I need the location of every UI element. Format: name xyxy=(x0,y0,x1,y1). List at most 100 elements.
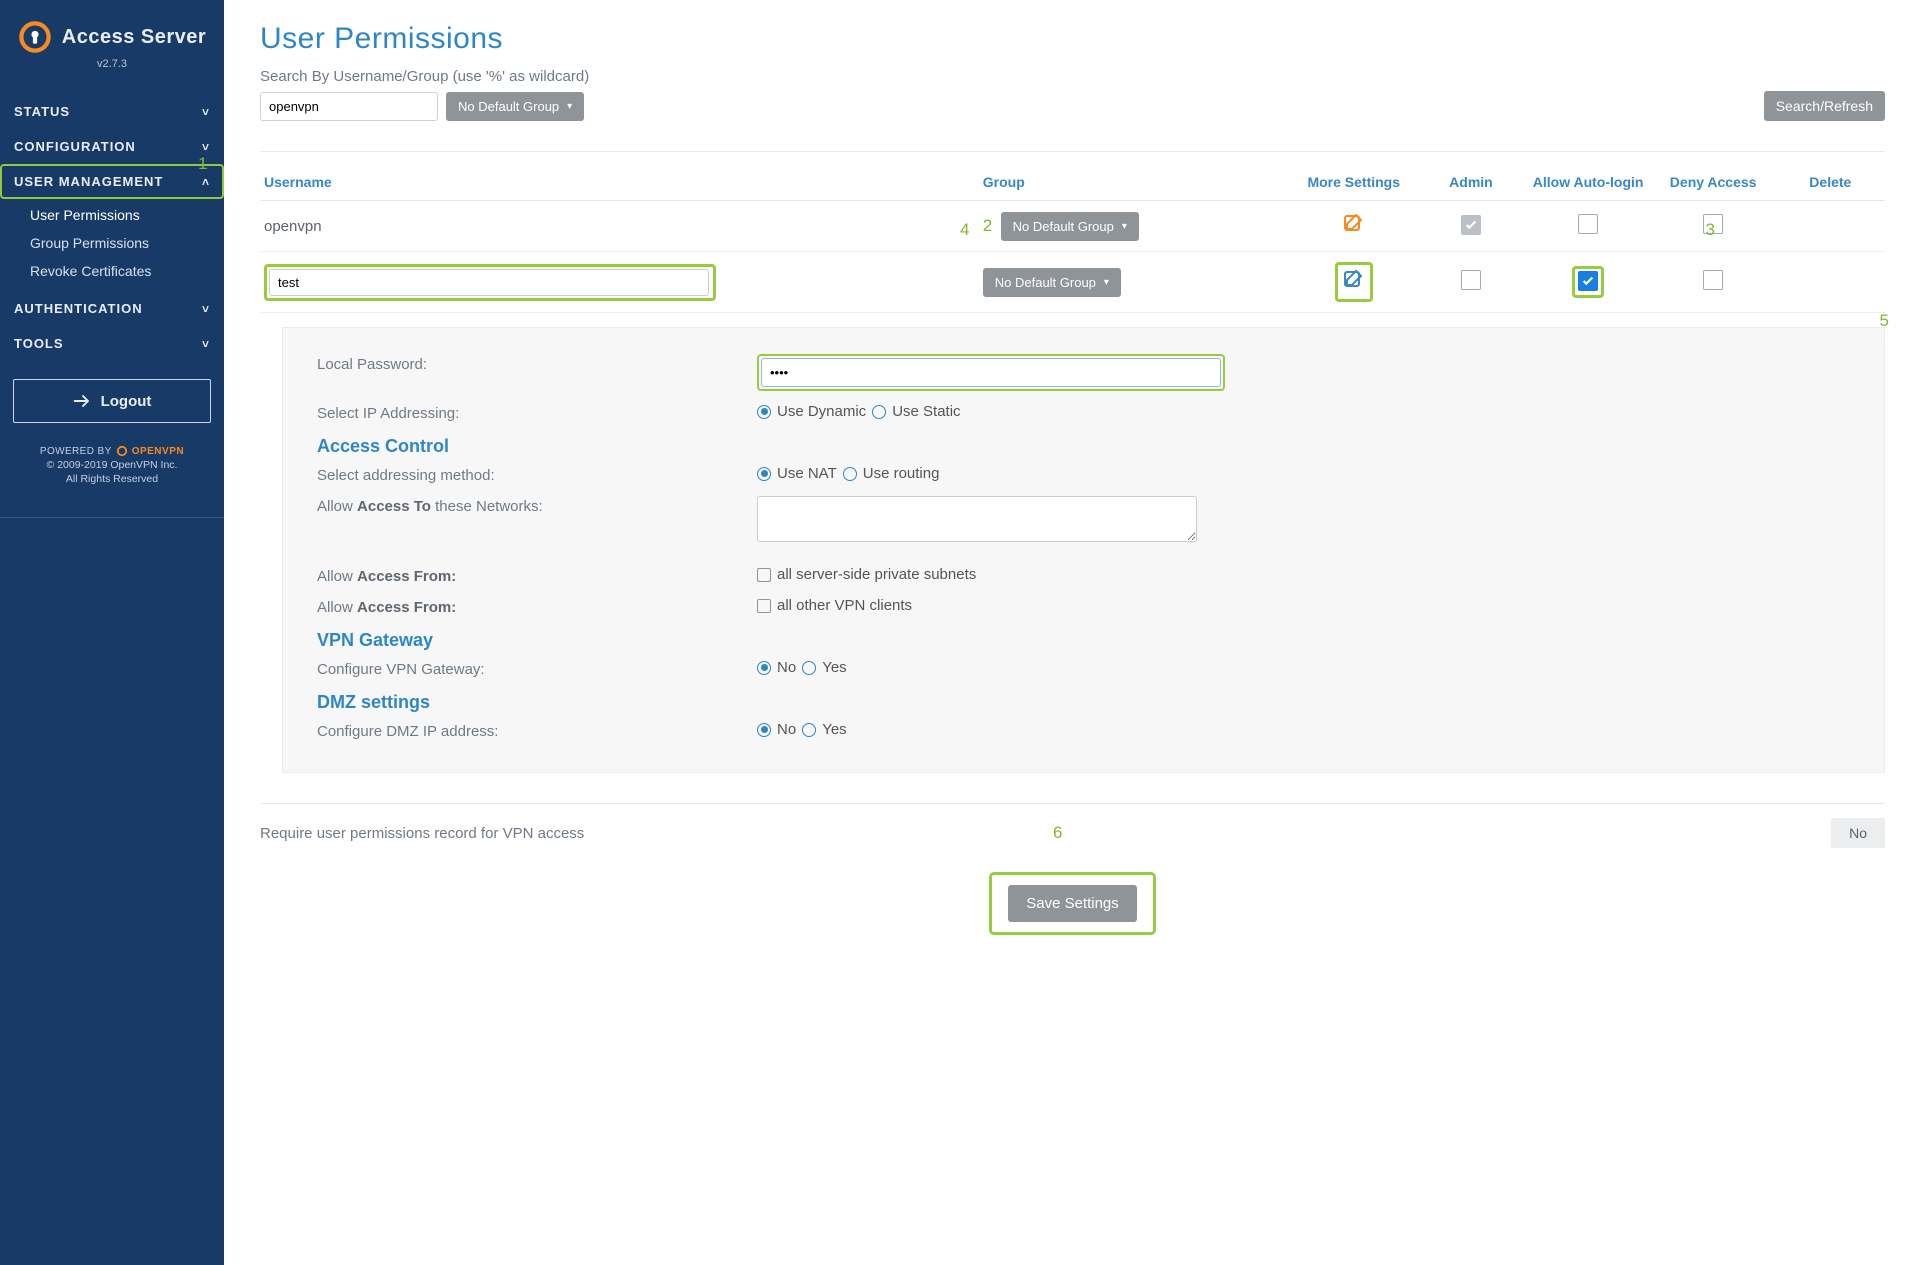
powered-by-brand: OPENVPN xyxy=(132,446,184,457)
row-group-dropdown[interactable]: No Default Group ▾ xyxy=(983,268,1121,297)
require-record-toggle[interactable]: No xyxy=(1831,818,1885,848)
table-row: openvpn 2 No Default Group ▾ xyxy=(260,201,1885,252)
sidebar-nav: Status ˅ Configuration ˅ User Management… xyxy=(0,94,224,361)
search-refresh-button[interactable]: Search/Refresh xyxy=(1764,91,1885,121)
col-more-settings: More Settings xyxy=(1291,166,1416,201)
sidebar-item-user-management[interactable]: User Management ˄ xyxy=(0,164,224,199)
username-cell: openvpn xyxy=(260,201,979,252)
col-delete: Delete xyxy=(1776,166,1885,201)
user-permissions-table: Username Group More Settings Admin Allow… xyxy=(260,166,1885,313)
annotation-1: 1 xyxy=(198,154,207,174)
access-control-heading: Access Control xyxy=(317,428,1864,459)
user-details-panel: Local Password: Select IP Addressing: Us… xyxy=(282,327,1885,773)
radio-label: Yes xyxy=(822,721,846,738)
chevron-down-icon: ▾ xyxy=(1122,221,1127,232)
new-username-input[interactable] xyxy=(269,269,709,296)
autologin-checkbox[interactable] xyxy=(1578,214,1598,234)
require-record-label: Require user permissions record for VPN … xyxy=(260,825,584,842)
col-group: Group xyxy=(979,166,1292,201)
group-filter-dropdown[interactable]: No Default Group ▾ xyxy=(446,92,584,121)
powered-by-label: POWERED BY xyxy=(40,446,112,457)
allow-access-to-label: Allow Access To these Networks: xyxy=(317,496,757,515)
row-group-dropdown[interactable]: No Default Group ▾ xyxy=(1001,212,1139,241)
brand-name: Access Server xyxy=(62,26,206,49)
search-username-input[interactable] xyxy=(260,92,438,121)
admin-checkbox[interactable] xyxy=(1461,270,1481,290)
openvpn-logo-icon xyxy=(18,20,52,54)
checkbox-vpn-clients[interactable] xyxy=(757,599,771,613)
sidebar-item-tools[interactable]: Tools ˅ xyxy=(0,326,224,361)
checkbox-label: all other VPN clients xyxy=(777,597,912,614)
radio-label: Yes xyxy=(822,659,846,676)
copyright-text: © 2009-2019 OpenVPN Inc. xyxy=(8,459,216,471)
sidebar-item-label: Authentication xyxy=(14,301,143,316)
sidebar-item-configuration[interactable]: Configuration ˅ xyxy=(0,129,224,164)
require-record-row: Require user permissions record for VPN … xyxy=(260,818,1885,848)
chevron-down-icon: ˅ xyxy=(202,337,210,351)
chevron-down-icon: ˅ xyxy=(202,105,210,119)
subnav-revoke-certificates[interactable]: Revoke Certificates xyxy=(26,257,224,285)
vpn-gateway-label: Configure VPN Gateway: xyxy=(317,659,757,678)
search-row: No Default Group ▾ Search/Refresh xyxy=(260,91,1885,121)
group-filter-label: No Default Group xyxy=(458,99,559,114)
local-password-input[interactable] xyxy=(761,358,1221,387)
sidebar: Access Server v2.7.3 Status ˅ Configurat… xyxy=(0,0,224,1265)
rights-text: All Rights Reserved xyxy=(8,473,216,485)
radio-label: Use routing xyxy=(863,465,940,482)
radio-gateway-yes[interactable] xyxy=(802,661,816,675)
sidebar-item-label: Configuration xyxy=(14,139,136,154)
addressing-method-label: Select addressing method: xyxy=(317,465,757,484)
sidebar-item-label: Status xyxy=(14,104,70,119)
radio-use-nat[interactable] xyxy=(757,467,771,481)
subnav-group-permissions[interactable]: Group Permissions xyxy=(26,229,224,257)
row-group-label: No Default Group xyxy=(995,275,1096,290)
user-table-wrap: 3 4 Username Group More Settings Admin A… xyxy=(260,166,1885,313)
autologin-checkbox[interactable] xyxy=(1578,271,1598,291)
col-username: Username xyxy=(260,166,979,201)
deny-checkbox[interactable] xyxy=(1703,270,1723,290)
vpn-gateway-heading: VPN Gateway xyxy=(317,622,1864,653)
sidebar-item-label: User Management xyxy=(14,174,163,189)
chevron-down-icon: ˅ xyxy=(202,140,210,154)
more-settings-icon[interactable] xyxy=(1341,211,1367,237)
radio-use-dynamic[interactable] xyxy=(757,405,771,419)
search-label: Search By Username/Group (use '%' as wil… xyxy=(260,68,1885,85)
sidebar-item-authentication[interactable]: Authentication ˅ xyxy=(0,291,224,326)
radio-label: Use Static xyxy=(892,403,960,420)
radio-dmz-yes[interactable] xyxy=(802,723,816,737)
annotation-6: 6 xyxy=(1053,823,1062,843)
local-password-label: Local Password: xyxy=(317,354,757,373)
col-admin: Admin xyxy=(1416,166,1525,201)
radio-dmz-no[interactable] xyxy=(757,723,771,737)
admin-checkbox[interactable] xyxy=(1461,215,1481,235)
table-row: No Default Group ▾ xyxy=(260,252,1885,313)
logout-icon xyxy=(73,392,93,410)
radio-use-static[interactable] xyxy=(872,405,886,419)
radio-label: No xyxy=(777,659,796,676)
dmz-heading: DMZ settings xyxy=(317,684,1864,715)
annotation-2: 2 xyxy=(983,216,992,235)
brand: Access Server v2.7.3 xyxy=(0,0,224,76)
logout-label: Logout xyxy=(101,393,152,410)
page-title: User Permissions xyxy=(260,22,1885,56)
checkbox-server-subnets[interactable] xyxy=(757,568,771,582)
radio-label: Use NAT xyxy=(777,465,837,482)
more-settings-icon[interactable] xyxy=(1341,267,1367,293)
subnav-user-permissions[interactable]: User Permissions xyxy=(26,201,224,229)
sidebar-item-status[interactable]: Status ˅ xyxy=(0,94,224,129)
chevron-down-icon: ▾ xyxy=(1104,277,1109,288)
save-settings-button[interactable]: Save Settings xyxy=(1008,885,1137,922)
radio-gateway-no[interactable] xyxy=(757,661,771,675)
col-autologin: Allow Auto-login xyxy=(1526,166,1651,201)
radio-label: No xyxy=(777,721,796,738)
radio-use-routing[interactable] xyxy=(843,467,857,481)
checkbox-label: all server-side private subnets xyxy=(777,566,976,583)
logout-button[interactable]: Logout xyxy=(13,379,211,423)
chevron-up-icon: ˄ xyxy=(202,175,210,189)
row-group-label: No Default Group xyxy=(1013,219,1114,234)
sidebar-footer: POWERED BY OPENVPN © 2009-2019 OpenVPN I… xyxy=(0,433,224,511)
access-to-networks-textarea[interactable] xyxy=(757,496,1197,542)
sidebar-item-label: Tools xyxy=(14,336,64,351)
allow-access-from-label: Allow Access From: xyxy=(317,566,757,585)
chevron-down-icon: ▾ xyxy=(567,101,572,112)
